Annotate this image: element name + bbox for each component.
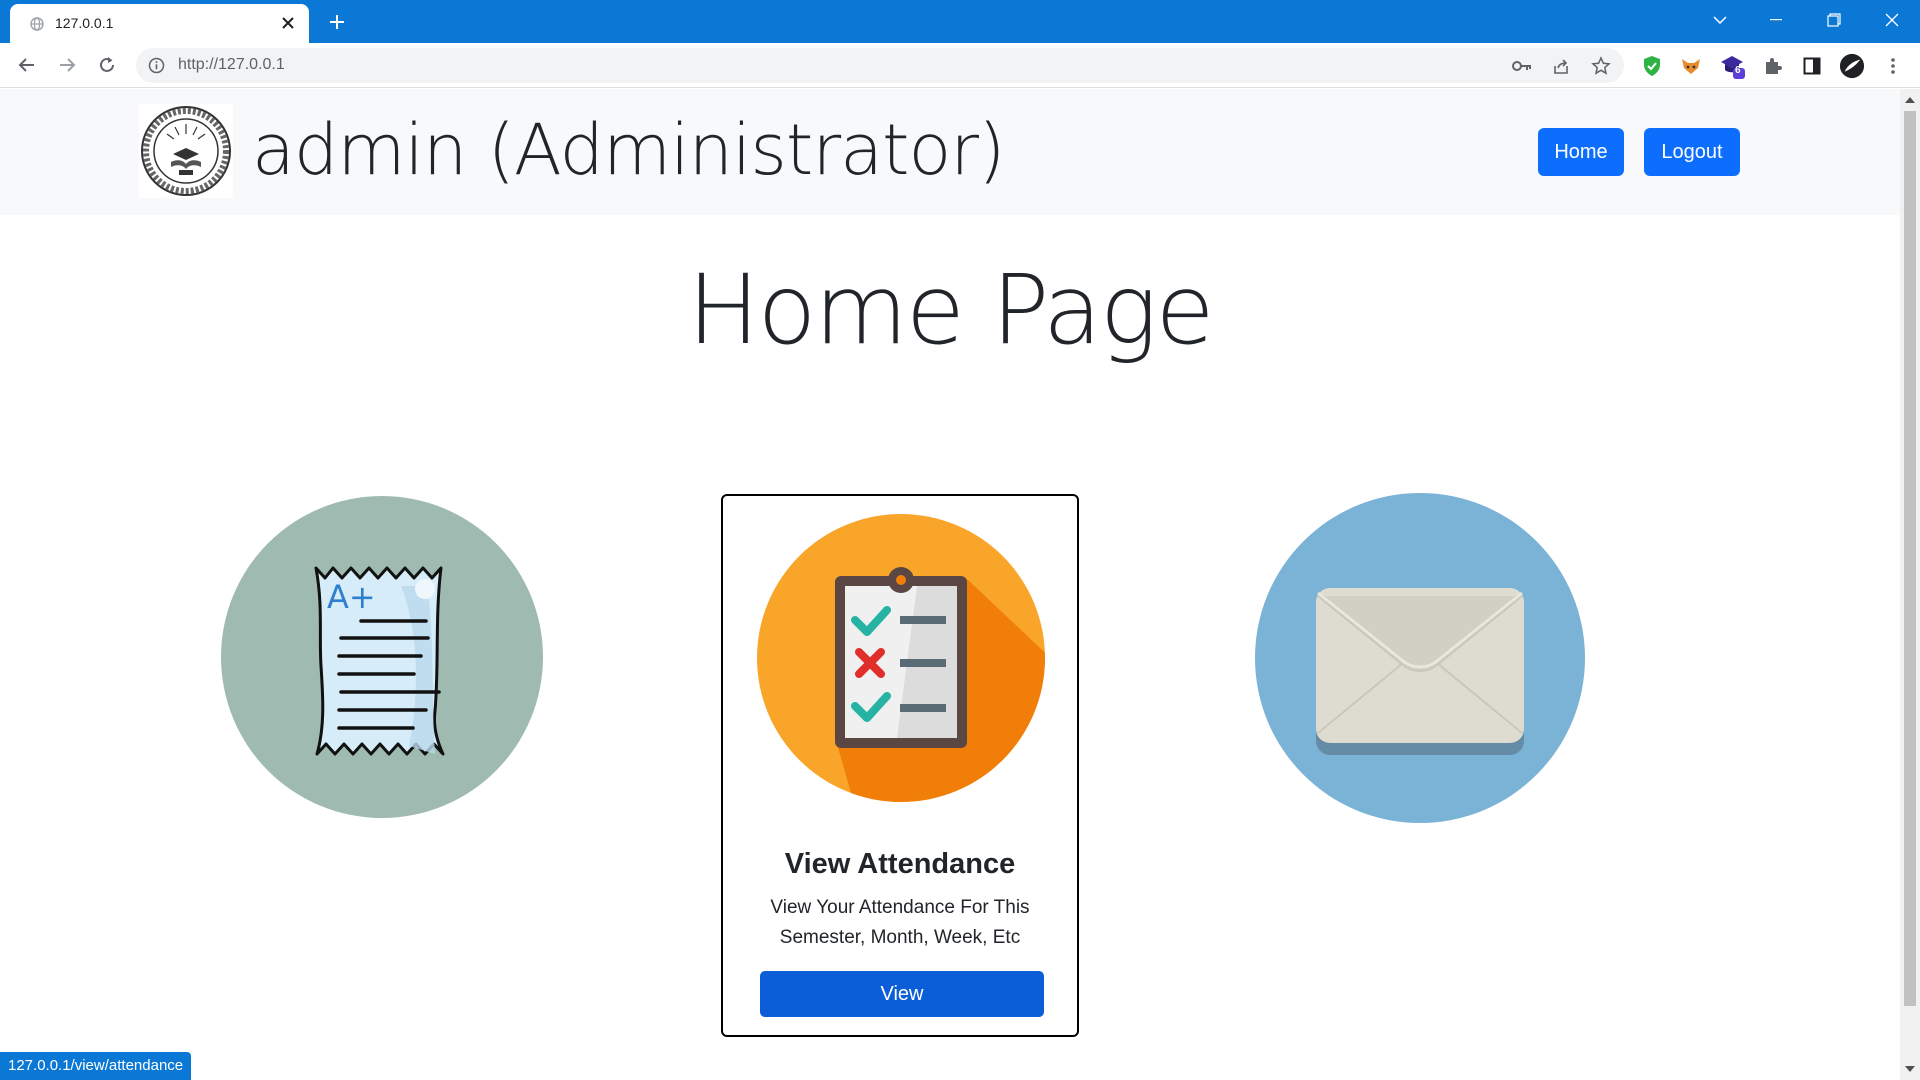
- menu-kebab-icon[interactable]: [1880, 53, 1906, 79]
- close-window-icon[interactable]: [1864, 0, 1920, 40]
- navbar-brand[interactable]: admin (Administrator): [252, 109, 1005, 191]
- new-tab-icon[interactable]: [322, 7, 352, 37]
- tab-title: 127.0.0.1: [55, 15, 114, 31]
- restore-icon[interactable]: [1806, 0, 1862, 40]
- view-attendance-button[interactable]: View: [760, 971, 1044, 1017]
- info-icon[interactable]: [148, 57, 165, 74]
- scroll-down-arrow[interactable]: [1905, 1066, 1915, 1072]
- shield-extension-icon[interactable]: [1639, 53, 1665, 79]
- minimize-icon[interactable]: [1748, 0, 1804, 40]
- scroll-thumb[interactable]: [1904, 111, 1916, 1006]
- page-viewport: admin (Administrator) Home Logout Home P…: [0, 89, 1900, 1080]
- puzzle-extensions-icon[interactable]: [1760, 53, 1786, 79]
- card-title: View Attendance: [784, 848, 1016, 880]
- profile-avatar[interactable]: [1839, 53, 1865, 79]
- tab-search-icon[interactable]: [1692, 0, 1748, 40]
- logout-button[interactable]: Logout: [1644, 128, 1740, 176]
- attendance-clipboard-icon: [757, 514, 1045, 802]
- forward-icon[interactable]: [51, 49, 83, 81]
- back-icon[interactable]: [11, 49, 43, 81]
- link-status-bar: 127.0.0.1/view/attendance: [0, 1052, 192, 1080]
- fox-extension-icon[interactable]: [1678, 53, 1704, 79]
- key-icon[interactable]: [1511, 55, 1533, 77]
- svg-text:A+: A+: [327, 578, 376, 616]
- page-title: Home Page: [687, 254, 1214, 366]
- grade-receipt-icon[interactable]: A+: [221, 496, 543, 818]
- browser-tab[interactable]: 127.0.0.1: [10, 4, 309, 43]
- bookmark-star-icon[interactable]: [1590, 55, 1612, 77]
- globe-icon: [30, 17, 44, 31]
- card-description: View Your Attendance For This Semester, …: [770, 897, 1030, 948]
- attendance-card: View Attendance View Your Attendance For…: [721, 494, 1079, 1037]
- home-button[interactable]: Home: [1538, 128, 1624, 176]
- reload-icon[interactable]: [91, 49, 123, 81]
- url-text: http://127.0.0.1: [178, 56, 285, 73]
- page-scrollbar[interactable]: [1900, 89, 1920, 1080]
- graduation-cap-extension-icon[interactable]: 6: [1720, 53, 1746, 79]
- side-panel-icon[interactable]: [1799, 53, 1825, 79]
- browser-tab-strip: 127.0.0.1: [0, 0, 1920, 43]
- address-bar[interactable]: http://127.0.0.1: [136, 48, 1624, 83]
- scroll-up-arrow[interactable]: [1905, 97, 1915, 103]
- college-logo: [139, 104, 233, 198]
- extension-badge: 6: [1735, 65, 1741, 76]
- close-tab-icon[interactable]: [276, 11, 300, 35]
- envelope-icon[interactable]: [1255, 493, 1585, 823]
- share-icon[interactable]: [1550, 55, 1572, 77]
- browser-toolbar: http://127.0.0.1 6: [0, 43, 1920, 88]
- site-navbar: admin (Administrator) Home Logout: [0, 89, 1900, 215]
